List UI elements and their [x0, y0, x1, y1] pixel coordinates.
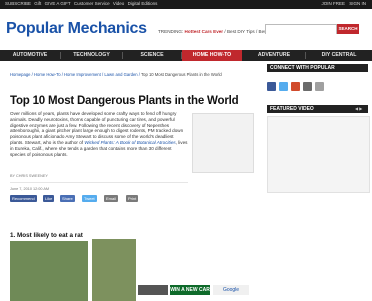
connect-header: CONNECT WITH POPULAR MECHANICS: [267, 64, 368, 79]
share-share-button[interactable]: Share [60, 195, 75, 202]
article-image [10, 241, 88, 301]
bottom-ad[interactable]: WIN A NEW CAR Google [136, 280, 252, 301]
nav-automotive[interactable]: AUTOMOTIVE [0, 50, 60, 61]
trending-link-2[interactable]: Best DIY Tips [227, 29, 255, 34]
page-title: Top 10 Most Dangerous Plants in the Worl… [10, 95, 239, 107]
nav-diy-central[interactable]: DIY CENTRAL [306, 50, 372, 61]
nav-science[interactable]: SCIENCE [123, 50, 181, 61]
twitter-icon[interactable] [279, 82, 288, 91]
share-like-button[interactable]: Like [43, 195, 55, 202]
utility-link-video[interactable]: Video [113, 1, 124, 6]
join-free-link[interactable]: JOIN FREE [321, 1, 345, 6]
byline: BY CHRIS SWEENEY [10, 174, 48, 178]
google-plus-icon[interactable] [291, 82, 300, 91]
site-header: Popular Mechanics TRENDING: Hottest Cars… [0, 9, 372, 41]
article-column: Homepage / Home How-To / Home Improvemen… [0, 61, 260, 301]
utility-link-digital-editions[interactable]: Digital Editions [128, 1, 158, 6]
section-heading: 1. Most likely to eat a rat [10, 232, 83, 239]
breadcrumb-home-improvement[interactable]: Home Improvement [64, 72, 101, 77]
sign-in-link[interactable]: SIGN IN [349, 1, 366, 6]
sidebar: CONNECT WITH POPULAR MECHANICS: FEATURED… [263, 61, 372, 240]
article-image-2 [92, 239, 136, 301]
win-car-text[interactable]: WIN A NEW CAR [170, 285, 210, 295]
breadcrumb-home-how-to[interactable]: Home How-To [34, 72, 61, 77]
trending-link-1[interactable]: Hottest Cars Ever [185, 29, 224, 34]
featured-video-header: FEATURED VIDEO [267, 105, 368, 113]
utility-link-subscribe[interactable]: SUBSCRIBE [5, 1, 31, 6]
divider [10, 182, 188, 183]
search-box [265, 24, 337, 41]
utility-links: SUBSCRIBE Gift GIVE A GIFT Customer Serv… [5, 1, 159, 6]
breadcrumb-home[interactable]: Homepage [10, 72, 31, 77]
ad-car-image [138, 285, 168, 295]
share-email-button[interactable]: Email [104, 195, 119, 202]
search-button[interactable]: SEARCH [337, 24, 359, 34]
share-print-button[interactable]: Print [126, 195, 139, 202]
book-link[interactable]: Wicked Plants: A Book of Botanical Atroc… [84, 140, 175, 145]
rss-icon[interactable] [303, 82, 312, 91]
social-icons [267, 81, 368, 93]
utility-link-gift[interactable]: Gift [34, 1, 41, 6]
feature-nav-arrows[interactable]: ◀ ▶ [355, 106, 362, 111]
publish-date: June 7, 2010 12:00 AM [10, 187, 50, 191]
article-intro: Over millions of years, plants have deve… [10, 111, 188, 157]
top-utility-bar: SUBSCRIBE Gift GIVE A GIFT Customer Serv… [0, 0, 372, 9]
search-input[interactable] [266, 32, 336, 41]
facebook-icon[interactable] [267, 82, 276, 91]
main-nav: AUTOMOTIVE TECHNOLOGY SCIENCE HOME HOW-T… [0, 50, 372, 61]
nav-technology[interactable]: TECHNOLOGY [61, 50, 122, 61]
nav-adventure[interactable]: ADVENTURE [243, 50, 305, 61]
breadcrumb-current: Top 10 Most Dangerous Plants in the Worl… [141, 72, 222, 77]
utility-link-customer-service[interactable]: Customer Service [74, 1, 110, 6]
account-links: JOIN FREE SIGN IN [318, 1, 366, 6]
share-bar: Recommend Like Share Tweet Email Print [10, 195, 250, 202]
featured-video-player[interactable] [267, 116, 370, 193]
nav-home-how-to[interactable]: HOME HOW-TO [182, 50, 242, 61]
site-logo[interactable]: Popular Mechanics [6, 20, 147, 38]
inline-ad[interactable] [192, 113, 254, 173]
breadcrumb: Homepage / Home How-To / Home Improvemen… [10, 72, 222, 77]
utility-link-give-gift[interactable]: GIVE A GIFT [45, 1, 71, 6]
share-recommend-button[interactable]: Recommend [10, 195, 37, 202]
share-tweet-button[interactable]: Tweet [82, 195, 97, 202]
breadcrumb-lawn-garden[interactable]: Lawn and Garden [104, 72, 137, 77]
google-logo: Google [213, 285, 249, 295]
trending-label: TRENDING: [158, 29, 184, 34]
email-icon[interactable] [315, 82, 324, 91]
